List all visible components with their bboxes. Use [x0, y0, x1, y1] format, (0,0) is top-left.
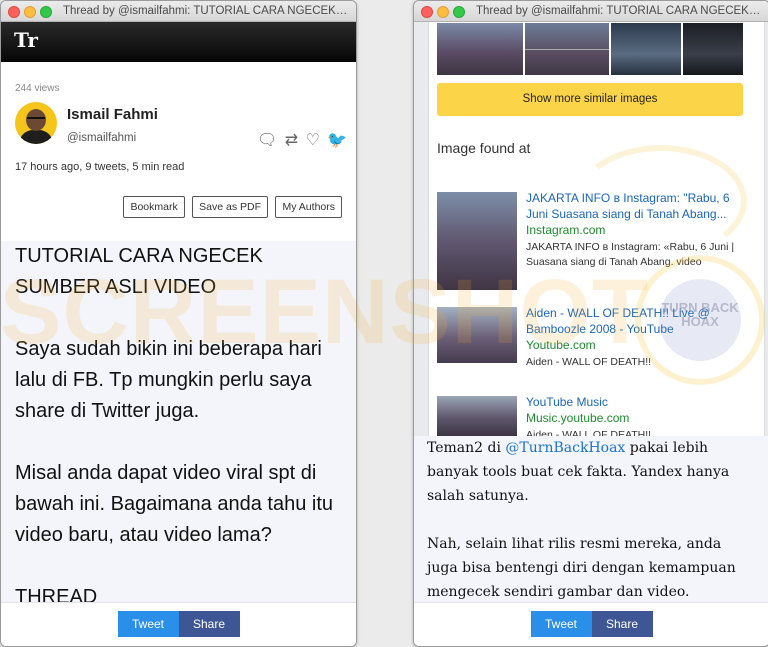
result-thumbnail: [437, 396, 517, 436]
show-more-similar-button: Show more similar images: [437, 83, 743, 116]
minimize-window-button[interactable]: [437, 6, 449, 18]
author-avatar[interactable]: [15, 102, 57, 144]
thread-toolbar: Bookmark Save as PDF My Authors: [120, 196, 342, 218]
thread-paragraph: Saya sudah bikin ini beberapa hari lalu …: [15, 338, 322, 422]
window-titlebar: Thread by @ismailfahmi: TUTORIAL CARA NG…: [414, 1, 768, 22]
result-thumbnail: [437, 307, 517, 363]
app-header: Tr: [1, 22, 356, 62]
zoom-window-button[interactable]: [40, 6, 52, 18]
author-name[interactable]: Ismail Fahmi: [67, 106, 158, 123]
retweet-icon[interactable]: ⇄: [285, 130, 298, 150]
thread-paragraph: Misal anda dapat video viral spt di bawa…: [15, 462, 334, 546]
result-description: JAKARTA INFO в Instagram: «Rabu, 6 Juni …: [526, 241, 735, 268]
window-title: Thread by @ismailfahmi: TUTORIAL CARA NG…: [63, 5, 350, 17]
window-title: Thread by @ismailfahmi: TUTORIAL CARA NG…: [476, 5, 763, 17]
result-site: Instagram.com: [526, 223, 606, 237]
app-logo[interactable]: Tr: [14, 28, 38, 52]
share-footer: Tweet Share: [414, 602, 768, 646]
result-title: JAKARTA INFO в Instagram: "Rabu, 6 Juni …: [526, 191, 730, 221]
tweet-button[interactable]: Tweet: [530, 611, 592, 637]
share-footer: Tweet Share: [1, 602, 356, 646]
result-site: Youtube.com: [526, 338, 596, 352]
my-authors-button[interactable]: My Authors: [275, 196, 342, 218]
close-window-button[interactable]: [421, 6, 433, 18]
left-browser-window: Thread by @ismailfahmi: TUTORIAL CARA NG…: [0, 0, 357, 647]
turnbackhoax-mention-link[interactable]: @TurnBackHoax: [505, 440, 625, 456]
thread-paragraph: Nah, selain lihat rilis resmi mereka, an…: [427, 536, 736, 600]
share-button[interactable]: Share: [591, 611, 653, 637]
result-title: YouTube Music: [526, 395, 608, 409]
result-thumbnail: [437, 192, 517, 290]
similar-image-thumb: [683, 23, 743, 75]
twitter-bird-icon[interactable]: 🐦: [327, 130, 347, 150]
similar-images-grid: [437, 22, 743, 77]
window-titlebar: Thread by @ismailfahmi: TUTORIAL CARA NG…: [1, 1, 356, 22]
comment-icon[interactable]: 🗨: [257, 130, 277, 150]
share-button[interactable]: Share: [178, 611, 240, 637]
similar-image-thumb: [611, 23, 681, 75]
paragraph-text: Teman2 di: [427, 440, 506, 456]
zoom-window-button[interactable]: [453, 6, 465, 18]
tweet-button[interactable]: Tweet: [117, 611, 179, 637]
view-count: 244 views: [15, 83, 60, 94]
close-window-button[interactable]: [8, 6, 20, 18]
thread-meta: 17 hours ago, 9 tweets, 5 min read: [15, 161, 185, 173]
yandex-results-card: Show more similar images Image found at …: [428, 22, 765, 436]
result-description: Aiden - WALL OF DEATH!!: [526, 429, 652, 436]
similar-image-thumb: [437, 23, 523, 75]
image-found-heading: Image found at: [437, 140, 531, 156]
result-title: Aiden - WALL OF DEATH!! Live @ Bamboozle…: [526, 306, 710, 336]
right-browser-window: Thread by @ismailfahmi: TUTORIAL CARA NG…: [413, 0, 768, 647]
minimize-window-button[interactable]: [24, 6, 36, 18]
result-site: Music.youtube.com: [526, 411, 630, 425]
like-icon[interactable]: ♡: [306, 130, 320, 150]
result-description: Aiden - WALL OF DEATH!!: [526, 356, 652, 368]
tweet-actions: 🗨 ⇄ ♡ 🐦: [257, 130, 350, 150]
thread-paragraph: Teman2 di @TurnBackHoax pakai lebih bany…: [427, 436, 756, 508]
thread-paragraph: TUTORIAL CARA NGECEK SUMBER ASLI VIDEO: [15, 245, 263, 298]
thread-content[interactable]: Teman2 di @TurnBackHoax pakai lebih bany…: [414, 436, 768, 604]
author-handle[interactable]: @ismailfahmi: [67, 132, 136, 144]
save-as-pdf-button[interactable]: Save as PDF: [192, 196, 269, 218]
thread-content[interactable]: TUTORIAL CARA NGECEK SUMBER ASLI VIDEO S…: [1, 241, 356, 604]
embedded-screenshot[interactable]: Show more similar images Image found at …: [414, 22, 768, 436]
bookmark-button[interactable]: Bookmark: [123, 196, 185, 218]
thread-paragraph: THREAD: [15, 586, 98, 604]
